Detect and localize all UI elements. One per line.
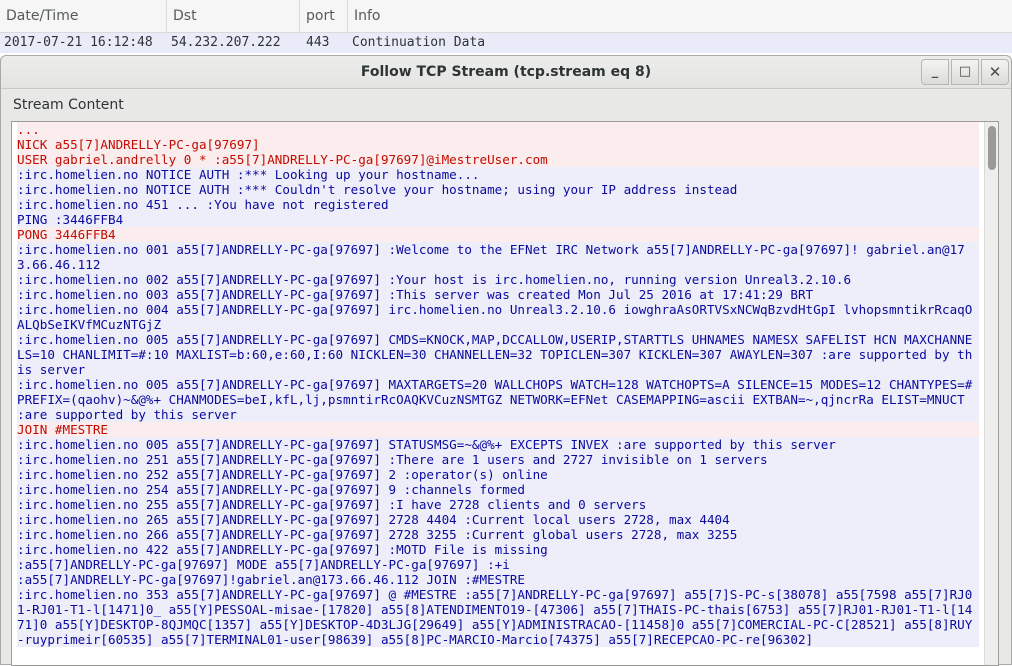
server-stream-line: :irc.homelien.no 266 a55[7]ANDRELLY-PC-g… (17, 527, 979, 542)
maximize-icon: □ (958, 64, 972, 79)
server-stream-line: :a55[7]ANDRELLY-PC-ga[97697]!gabriel.an@… (17, 572, 979, 587)
server-stream-line: :irc.homelien.no 005 a55[7]ANDRELLY-PC-g… (17, 437, 979, 452)
server-stream-line: :irc.homelien.no 451 ... :You have not r… (17, 197, 979, 212)
packet-dst: 54.232.207.222 (171, 35, 281, 50)
minimize-button[interactable]: _ (921, 59, 949, 85)
close-icon: ✕ (988, 63, 1002, 81)
server-stream-line: :irc.homelien.no 265 a55[7]ANDRELLY-PC-g… (17, 512, 979, 527)
server-stream-line: :irc.homelien.no 251 a55[7]ANDRELLY-PC-g… (17, 452, 979, 467)
minimize-icon: _ (931, 64, 939, 79)
column-header-port[interactable]: port (300, 0, 348, 33)
server-stream-line: :irc.homelien.no 005 a55[7]ANDRELLY-PC-g… (17, 377, 980, 422)
stream-content-label: Stream Content (13, 97, 124, 113)
server-stream-line: :irc.homelien.no 252 a55[7]ANDRELLY-PC-g… (17, 467, 979, 482)
window-controls: _ □ ✕ (921, 59, 1009, 85)
client-stream-line: PONG 3446FFB4 (17, 227, 979, 242)
server-stream-line: :irc.homelien.no 002 a55[7]ANDRELLY-PC-g… (17, 272, 979, 287)
server-stream-line: :irc.homelien.no 005 a55[7]ANDRELLY-PC-g… (17, 332, 979, 377)
packet-list-header: Date/Time Dst port Info (0, 0, 1012, 33)
client-stream-line: USER gabriel.andrelly 0 * :a55[7]ANDRELL… (17, 152, 979, 167)
server-stream-line: :irc.homelien.no 001 a55[7]ANDRELLY-PC-g… (17, 242, 979, 272)
column-header-info[interactable]: Info (348, 0, 1012, 33)
server-stream-line: :a55[7]ANDRELLY-PC-ga[97697] MODE a55[7]… (17, 557, 979, 572)
stream-content-textview[interactable]: ... NICK a55[7]ANDRELLY-PC-ga[97697] USER … (11, 121, 999, 666)
packet-info: Continuation Data (352, 35, 486, 50)
client-stream-line: NICK a55[7]ANDRELLY-PC-ga[97697] (17, 137, 979, 152)
scrollbar-thumb[interactable] (988, 126, 996, 170)
stream-text[interactable]: ... NICK a55[7]ANDRELLY-PC-ga[97697] USER … (17, 122, 979, 647)
server-stream-line: :irc.homelien.no 422 a55[7]ANDRELLY-PC-g… (17, 542, 979, 557)
server-stream-line: :irc.homelien.no 255 a55[7]ANDRELLY-PC-g… (17, 497, 979, 512)
server-stream-line: PING :3446FFB4 (17, 212, 979, 227)
vertical-scrollbar[interactable] (984, 122, 998, 665)
column-header-dst[interactable]: Dst (167, 0, 300, 33)
client-stream-line: ... (17, 122, 979, 137)
server-stream-line: :irc.homelien.no 003 a55[7]ANDRELLY-PC-g… (17, 287, 979, 302)
follow-tcp-stream-dialog: Follow TCP Stream (tcp.stream eq 8) _ □ … (0, 55, 1012, 666)
dialog-title: Follow TCP Stream (tcp.stream eq 8) (360, 64, 652, 80)
dialog-titlebar[interactable]: Follow TCP Stream (tcp.stream eq 8) _ □ … (1, 56, 1011, 89)
server-stream-line: :irc.homelien.no 004 a55[7]ANDRELLY-PC-g… (17, 302, 979, 332)
close-button[interactable]: ✕ (981, 59, 1009, 85)
server-stream-line: :irc.homelien.no 353 a55[7]ANDRELLY-PC-g… (17, 587, 979, 647)
server-stream-line: :irc.homelien.no NOTICE AUTH :*** Couldn… (17, 182, 979, 197)
packet-port: 443 (306, 35, 330, 50)
packet-row-selected[interactable]: 2017-07-21 16:12:48 54.232.207.222 443 C… (0, 33, 1012, 53)
packet-datetime: 2017-07-21 16:12:48 (4, 35, 153, 50)
column-header-datetime[interactable]: Date/Time (0, 0, 167, 33)
server-stream-line: :irc.homelien.no 254 a55[7]ANDRELLY-PC-g… (17, 482, 979, 497)
server-stream-line: :irc.homelien.no NOTICE AUTH :*** Lookin… (17, 167, 979, 182)
client-stream-line: JOIN #MESTRE (17, 422, 979, 437)
maximize-button[interactable]: □ (951, 59, 979, 85)
